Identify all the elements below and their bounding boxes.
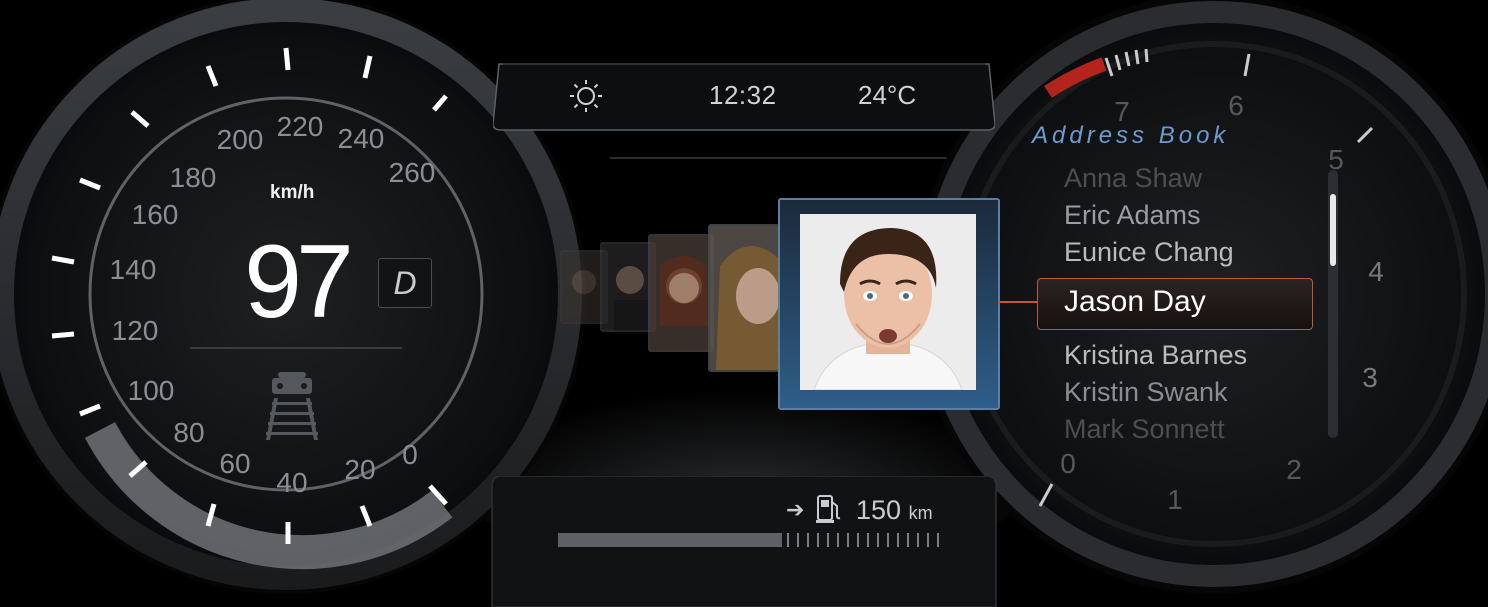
speed-label-60: 60: [219, 448, 251, 479]
fuel-range-unit: km: [908, 503, 933, 523]
contact-portrait: [800, 214, 976, 390]
scrollbar-thumb: [1330, 194, 1336, 266]
selected-contact-name[interactable]: Jason Day: [1064, 285, 1206, 319]
speed-label-180: 180: [169, 162, 217, 193]
fuel-range-readout: 150 km: [856, 495, 933, 526]
lane-assist-icon: [266, 372, 318, 440]
fuel-pump-icon: [816, 495, 841, 523]
fuel-level-bar: [558, 533, 939, 547]
address-book-scrollbar[interactable]: [1326, 170, 1340, 438]
speed-label-260: 260: [388, 157, 436, 188]
speed-unit: km/h: [270, 182, 315, 203]
selection-connector: [998, 301, 1040, 303]
contact-item[interactable]: Kristin Swank: [1064, 377, 1228, 408]
speed-label-160: 160: [131, 199, 179, 230]
speed-label-100: 100: [127, 375, 175, 406]
contact-item[interactable]: Eric Adams: [1064, 200, 1201, 231]
speed-label-220: 220: [276, 111, 324, 142]
speed-readout: 97: [244, 224, 354, 340]
speed-label-80: 80: [173, 417, 205, 448]
contact-item[interactable]: Anna Shaw: [1064, 163, 1202, 194]
speed-label-0: 0: [402, 439, 418, 470]
contact-item[interactable]: Mark Sonnett: [1064, 414, 1225, 445]
clock-time: 12:32: [709, 80, 777, 110]
speed-label-140: 140: [109, 254, 157, 285]
speed-label-120: 120: [111, 315, 159, 346]
contact-item[interactable]: Eunice Chang: [1064, 237, 1234, 268]
speed-label-20: 20: [344, 454, 376, 485]
sun-icon: [570, 80, 602, 112]
gear-indicator: D: [378, 258, 432, 308]
fuel-range-value: 150: [856, 495, 902, 525]
instrument-cluster: 7 6 5 4 3 2 1 0 0 20 40 60 80 100 120 14…: [0, 0, 1488, 607]
contact-item[interactable]: Kristina Barnes: [1064, 340, 1247, 371]
outside-temperature: 24°C: [858, 80, 917, 110]
speed-label-200: 200: [216, 124, 264, 155]
fuel-level-fill: [558, 533, 782, 547]
speed-label-40: 40: [276, 467, 308, 498]
arrow-right-icon: ➔: [786, 497, 805, 522]
speed-label-240: 240: [337, 123, 385, 154]
contact-photo-thumb[interactable]: [648, 234, 714, 352]
address-book-title: Address Book: [1032, 122, 1230, 149]
